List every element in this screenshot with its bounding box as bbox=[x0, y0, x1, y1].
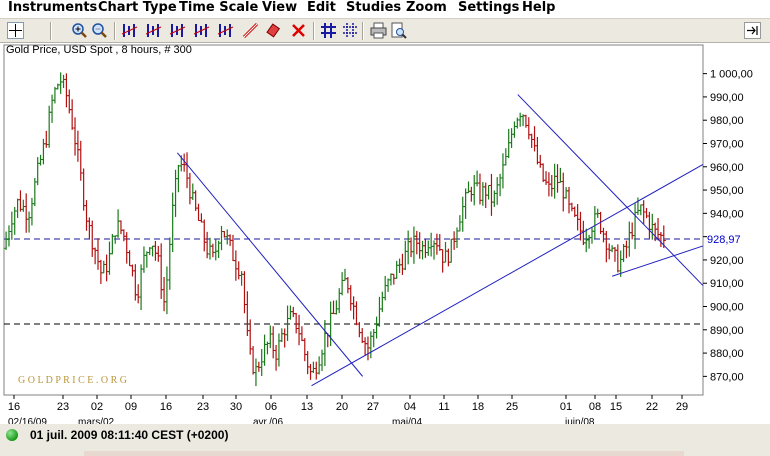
y-tick-label: 950,00 bbox=[710, 185, 744, 197]
x-tick-label: 27 bbox=[367, 401, 379, 413]
x-tick-label: 16 bbox=[160, 401, 172, 413]
toolbar-separator bbox=[362, 22, 364, 40]
menu-instruments[interactable]: Instruments bbox=[8, 0, 97, 16]
grid-icon[interactable] bbox=[320, 22, 337, 39]
x-tick-label: 20 bbox=[336, 401, 348, 413]
x-month-label: juin/08 bbox=[564, 417, 595, 424]
candles-scale-1-icon[interactable] bbox=[121, 22, 138, 39]
menu-help[interactable]: Help bbox=[522, 0, 555, 16]
chart-title: Gold Price, USD Spot , 8 hours, # 300 bbox=[6, 44, 192, 56]
toolbar-separator bbox=[313, 22, 315, 40]
menu-edit[interactable]: Edit bbox=[307, 0, 336, 16]
x-tick-label: 02 bbox=[91, 401, 103, 413]
x-tick-label: 15 bbox=[610, 401, 622, 413]
candles-scale-4-icon[interactable] bbox=[193, 22, 210, 39]
toolbar-separator bbox=[114, 22, 116, 40]
x-tick-label: 23 bbox=[57, 401, 69, 413]
connection-status-icon bbox=[6, 429, 18, 441]
candles-scale-2-icon[interactable] bbox=[145, 22, 162, 39]
x-tick-label: 16 bbox=[8, 401, 20, 413]
print-icon[interactable] bbox=[370, 22, 387, 39]
x-month-label: avr./06 bbox=[253, 417, 283, 424]
x-tick-label: 30 bbox=[230, 401, 242, 413]
x-tick-label: 13 bbox=[301, 401, 313, 413]
candles-scale-5-icon[interactable] bbox=[217, 22, 234, 39]
draw-trendline-icon[interactable] bbox=[242, 22, 259, 39]
x-tick-label: 04 bbox=[404, 401, 416, 413]
y-tick-label: 1 000,00 bbox=[710, 69, 753, 81]
x-tick-label: 08 bbox=[589, 401, 601, 413]
y-tick-label: 910,00 bbox=[710, 278, 744, 290]
x-tick-label: 18 bbox=[472, 401, 484, 413]
grid-dotted-icon[interactable] bbox=[342, 22, 359, 39]
crosshair-icon[interactable] bbox=[7, 22, 24, 39]
y-tick-label: 870,00 bbox=[710, 371, 744, 383]
delete-drawings-icon[interactable] bbox=[290, 22, 307, 39]
menu-studies[interactable]: Studies bbox=[346, 0, 401, 16]
x-month-label: mars/02 bbox=[78, 417, 115, 424]
last-price-label: 928,97 bbox=[707, 234, 741, 246]
menu-bar: Instruments Chart Type Time Scale View Edit S… bbox=[0, 0, 770, 18]
menu-zoom[interactable]: Zoom bbox=[406, 0, 447, 16]
price-chart[interactable]: Gold Price, USD Spot , 8 hours, # 300 1 0… bbox=[0, 43, 770, 428]
y-tick-label: 920,00 bbox=[710, 255, 744, 267]
y-tick-label: 940,00 bbox=[710, 208, 744, 220]
x-tick-label: 23 bbox=[197, 401, 209, 413]
y-tick-label: 960,00 bbox=[710, 162, 744, 174]
dock-icon[interactable] bbox=[744, 22, 761, 39]
x-month-label: mai/04 bbox=[392, 417, 422, 424]
y-tick-label: 970,00 bbox=[710, 138, 744, 150]
menu-view[interactable]: View bbox=[262, 0, 297, 16]
menu-settings[interactable]: Settings bbox=[458, 0, 519, 16]
x-tick-label: 09 bbox=[125, 401, 137, 413]
y-tick-label: 890,00 bbox=[710, 325, 744, 337]
chart-area[interactable]: Gold Price, USD Spot , 8 hours, # 300 1 0… bbox=[0, 43, 770, 428]
status-timestamp: 01 juil. 2009 08:11:40 CEST (+0200) bbox=[30, 428, 229, 442]
toolbar bbox=[0, 18, 770, 43]
x-month-label: 02/16/09 bbox=[8, 417, 47, 424]
y-tick-label: 880,00 bbox=[710, 348, 744, 360]
print-preview-icon[interactable] bbox=[390, 22, 407, 39]
x-tick-label: 25 bbox=[506, 401, 518, 413]
x-tick-label: 06 bbox=[265, 401, 277, 413]
menu-chart-type[interactable]: Chart Type bbox=[98, 0, 177, 16]
zoom-out-icon[interactable] bbox=[91, 22, 108, 39]
toolbar-separator bbox=[50, 22, 52, 40]
watermark-goldprice: G O L D P R I C E . O R G bbox=[18, 375, 127, 386]
plot-frame bbox=[3, 44, 704, 396]
zoom-in-icon[interactable] bbox=[71, 22, 88, 39]
x-tick-label: 01 bbox=[560, 401, 572, 413]
menu-time-scale[interactable]: Time Scale bbox=[179, 0, 258, 16]
x-tick-label: 29 bbox=[676, 401, 688, 413]
eraser-icon[interactable] bbox=[266, 22, 283, 39]
y-tick-label: 980,00 bbox=[710, 115, 744, 127]
x-tick-label: 22 bbox=[646, 401, 658, 413]
y-tick-label: 990,00 bbox=[710, 92, 744, 104]
y-tick-label: 900,00 bbox=[710, 302, 744, 314]
x-tick-label: 11 bbox=[438, 401, 449, 413]
candles-scale-3-icon[interactable] bbox=[169, 22, 186, 39]
bottom-strip bbox=[84, 451, 684, 456]
